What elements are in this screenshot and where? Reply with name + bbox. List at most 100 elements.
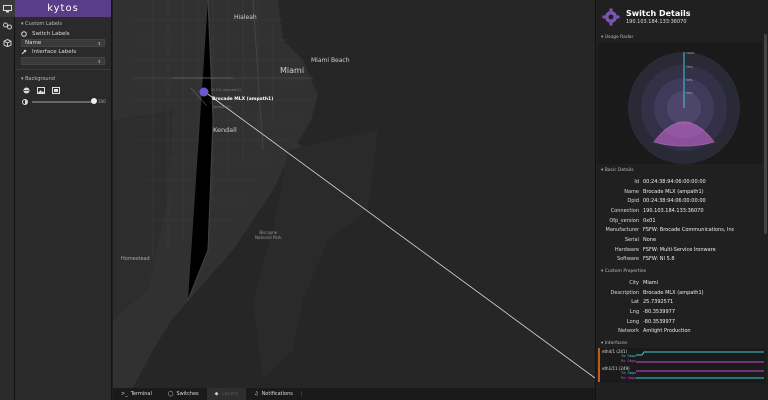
detail-key: Name	[624, 188, 639, 195]
property-row: Lat 25.7392571	[599, 298, 766, 308]
basic-details-header[interactable]: ▾ Basic Details	[596, 166, 768, 175]
terminal-icon: >_	[121, 391, 128, 397]
detail-row: Name Brocade MLX (ampath1)	[599, 187, 766, 197]
link-icon	[3, 22, 12, 29]
interface-labels-label: Interface Labels	[32, 49, 77, 55]
property-row: Lng -80.3539977	[599, 307, 766, 317]
interface-sparkline	[636, 351, 764, 363]
panel-scrollbar[interactable]	[764, 34, 767, 234]
tab-layers[interactable]: ◆ Layers	[206, 388, 247, 400]
detail-value: 0x01	[643, 217, 656, 224]
interface-item[interactable]: eth4/1 (241) Tx: 0bps Rx: 0bps	[598, 348, 766, 366]
switch-details-panel: Switch Details 190.103.184.133:36070 ▾ U…	[595, 0, 768, 400]
gear-icon	[602, 8, 620, 25]
detail-key: Serial	[624, 236, 639, 243]
tab-terminal[interactable]: >_ Terminal	[113, 388, 160, 400]
switch-label-select[interactable]: Name ⇕	[21, 39, 105, 47]
select-arrows-icon: ⇕	[97, 40, 101, 46]
interface-rx: Rx: 0bps	[620, 359, 636, 364]
property-key: Network	[618, 328, 639, 335]
custom-properties-title: Custom Properties	[604, 269, 647, 275]
interface-sparkline	[636, 370, 764, 379]
switch-tooltip[interactable]: Brocade MLX (ampath1)	[212, 97, 273, 102]
detail-value: FSFW: Multi-Service Ironware	[643, 246, 716, 253]
switch-node	[199, 87, 209, 97]
property-value: -80.3539977	[643, 309, 676, 316]
detail-row: Ofp_version 0x01	[599, 216, 766, 226]
custom-properties-header[interactable]: ▾ Custom Properties	[596, 267, 768, 276]
opacity-slider[interactable]: 100	[15, 96, 111, 107]
switch-icon	[21, 31, 27, 37]
bar-separator: |	[300, 391, 303, 397]
select-arrows-icon: ⇕	[97, 58, 101, 64]
detail-key: Dpid	[627, 198, 639, 205]
layers-icon: ◆	[214, 391, 219, 397]
detail-value: FSFW: Brocade Communications, Inc	[643, 227, 735, 234]
opacity-knob[interactable]	[91, 98, 97, 104]
tab-layers-label: Layers	[221, 391, 239, 397]
interface-label: eth1/11 (249) Tx: 0bps Rx: 0bps	[602, 366, 636, 381]
basic-details-title: Basic Details	[604, 168, 634, 173]
detail-key: Id	[634, 178, 639, 185]
app-root: kytos ▾ Custom Labels Switch Labels Name…	[0, 0, 768, 400]
switch-details-header: Switch Details 190.103.184.133:36070	[596, 0, 768, 33]
detail-key: Manufacturer	[605, 227, 640, 234]
map-faint-label-b: (ampath1)	[213, 105, 232, 109]
property-key: City	[629, 280, 639, 287]
tab-notifications[interactable]: ♫ Notifications	[246, 388, 301, 400]
opacity-value: 100	[98, 99, 106, 104]
switch-label-select-value: Name	[25, 40, 42, 46]
map-label-miami: Miami	[280, 66, 305, 75]
switches-icon: ◯	[167, 391, 174, 397]
map-view[interactable]: Hialeah Miami Miami Beach Kendall Homest…	[113, 0, 595, 388]
background-header[interactable]: ▾ Background	[15, 74, 111, 84]
radar-tick-75: 75%	[686, 65, 693, 69]
usage-radar-chart: 100% 75% 50% 25%	[598, 42, 762, 164]
usage-radar-header[interactable]: ▾ Usage Radar	[596, 33, 768, 42]
image-icon[interactable]	[37, 86, 45, 94]
detail-key: Connection	[610, 207, 639, 214]
property-value: Miami	[643, 280, 659, 287]
custom-properties-table: City Miami Description Brocade MLX (ampath…	[599, 276, 766, 336]
picture-frame-icon[interactable]	[52, 86, 60, 94]
property-key: Description	[610, 289, 639, 296]
detail-value: Brocade MLX (ampath1)	[643, 188, 704, 195]
detail-key: Ofp_version	[609, 217, 639, 224]
property-value: Brocade MLX (ampath1)	[643, 289, 704, 296]
switch-labels-label: Switch Labels	[32, 31, 70, 37]
rail-monitor[interactable]	[0, 0, 15, 17]
detail-row: Hardware FSFW: Multi-Service Ironware	[599, 245, 766, 255]
detail-key: Hardware	[614, 246, 639, 253]
property-key: Lat	[631, 299, 639, 306]
tab-switches-label: Switches	[176, 391, 199, 397]
contrast-icon	[22, 98, 28, 105]
interfaces-header[interactable]: ▾ Interfaces	[596, 339, 768, 348]
usage-radar-title: Usage Radar	[604, 35, 634, 40]
interface-label-select[interactable]: ⇕	[21, 57, 105, 65]
bottom-bar: >_ Terminal ◯ Switches ◆ Layers ♫ Notificati…	[113, 388, 595, 400]
interface-item[interactable]: eth1/11 (249) Tx: 0bps Rx: 0bps	[598, 365, 766, 383]
switch-labels-row: Switch Labels	[15, 29, 111, 39]
panel-divider	[15, 69, 111, 70]
globe-icon[interactable]	[23, 87, 30, 94]
tab-notifications-label: Notifications	[261, 391, 293, 397]
tab-switches[interactable]: ◯ Switches	[160, 388, 207, 400]
detail-row: Manufacturer FSFW: Brocade Communications…	[599, 225, 766, 235]
radar-tick-50: 50%	[686, 78, 693, 82]
cube-icon	[3, 38, 12, 47]
rail-cube[interactable]	[0, 34, 15, 51]
map-label-hialeah: Hialeah	[234, 14, 257, 21]
tab-terminal-label: Terminal	[130, 391, 152, 397]
detail-row: Software FSFW: NI 5.8	[599, 255, 766, 265]
detail-value: 190.103.184.133:36070	[643, 207, 704, 214]
opacity-track[interactable]	[32, 98, 97, 104]
interfaces-title: Interfaces	[604, 341, 628, 347]
custom-labels-header[interactable]: ▾ Custom Labels	[15, 19, 111, 29]
interface-label: eth4/1 (241) Tx: 0bps Rx: 0bps	[602, 349, 636, 364]
kytos-logo: kytos	[15, 0, 111, 17]
map-label-biscayne: Biscayne National Park	[255, 230, 282, 240]
custom-labels-title: Custom Labels	[25, 21, 62, 27]
interface-rx: Rx: 0bps	[620, 376, 636, 381]
detail-row: Connection 190.103.184.133:36070	[599, 206, 766, 216]
rail-link[interactable]	[0, 17, 15, 34]
